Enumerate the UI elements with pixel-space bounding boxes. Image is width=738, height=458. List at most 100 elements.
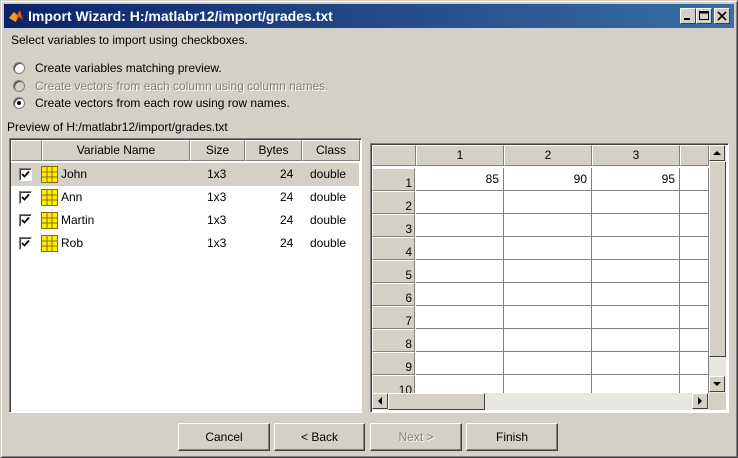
grid-column-header[interactable]: 1 [416,145,504,166]
radio-button[interactable] [13,62,25,74]
variable-class: double [310,190,347,204]
grid-cell[interactable] [680,352,709,375]
variable-bytes: 24 [280,236,294,250]
grid-cell[interactable] [680,306,709,329]
scroll-down-button[interactable] [709,376,725,392]
grid-column-header-partial[interactable] [680,145,709,166]
grid-column-header[interactable]: 2 [504,145,592,166]
grid-cell[interactable] [416,191,504,214]
scroll-up-button[interactable] [709,145,725,161]
grid-cell[interactable]: 90 [504,168,592,191]
column-header-bytes[interactable]: Bytes [245,140,302,161]
minimize-button[interactable] [680,8,696,24]
grid-cell[interactable] [592,306,680,329]
table-row[interactable]: Rob 1x3 24 double [11,232,359,255]
title-bar[interactable]: Import Wizard: H:/matlabr12/import/grade… [4,4,734,28]
vertical-scroll-thumb[interactable] [709,161,726,357]
grid-column-header[interactable]: 3 [592,145,680,166]
variable-size: 1x3 [207,236,227,250]
row-checkbox[interactable] [19,191,32,204]
variable-bytes: 24 [280,213,294,227]
variables-table[interactable]: Variable Name Size Bytes Class John 1x3 … [9,138,362,413]
back-button[interactable]: < Back [274,423,365,451]
grid-cell[interactable] [504,329,592,352]
grid-cell[interactable] [592,214,680,237]
grid-row-header[interactable]: 3 [372,214,415,237]
radio-button[interactable] [13,97,25,109]
grid-row-header[interactable]: 4 [372,237,415,260]
grid-cell[interactable] [592,283,680,306]
row-checkbox[interactable] [19,237,32,250]
grid-cell[interactable] [416,306,504,329]
option-column-vectors[interactable]: Create vectors from each column using co… [13,78,413,94]
grid-cell[interactable] [680,329,709,352]
column-header-name[interactable]: Variable Name [42,140,190,161]
grid-cell[interactable] [680,260,709,283]
grid-cell[interactable] [416,352,504,375]
grid-row-header[interactable]: 8 [372,329,415,352]
row-checkbox[interactable] [19,214,32,227]
column-header-class[interactable]: Class [302,140,360,161]
grid-cell[interactable] [504,306,592,329]
array-grid-icon [41,189,58,206]
grid-row-header[interactable]: 9 [372,352,415,375]
grid-row-header[interactable]: 6 [372,283,415,306]
variable-name: Martin [61,213,95,227]
scroll-right-button[interactable] [692,393,708,409]
grid-cell[interactable] [504,191,592,214]
variable-class: double [310,167,347,181]
grid-cell[interactable] [416,260,504,283]
grid-cell[interactable] [416,283,504,306]
option-row-vectors[interactable]: Create vectors from each row using row n… [13,95,413,111]
next-button[interactable]: Next > [370,423,462,451]
grid-cell[interactable] [504,283,592,306]
scroll-left-button[interactable] [372,393,388,409]
import-wizard-window: Import Wizard: H:/matlabr12/import/grade… [0,0,738,458]
column-header-size[interactable]: Size [190,140,245,161]
horizontal-scroll-thumb[interactable] [388,393,485,410]
maximize-button[interactable] [696,8,712,24]
grid-cell[interactable] [504,260,592,283]
grid-cell[interactable] [592,191,680,214]
grid-row-header[interactable]: 1 [372,168,415,191]
grid-cell[interactable] [592,329,680,352]
array-grid-icon [41,166,58,183]
table-row[interactable]: Ann 1x3 24 double [11,186,359,209]
table-row[interactable]: John 1x3 24 double [11,163,359,186]
grid-cell[interactable] [680,214,709,237]
row-checkbox[interactable] [19,168,32,181]
grid-cell[interactable] [504,237,592,260]
arrow-up-icon [713,151,721,155]
grid-cell[interactable] [504,352,592,375]
grid-cell[interactable] [416,214,504,237]
window-title: Import Wizard: H:/matlabr12/import/grade… [28,8,333,24]
table-row[interactable]: Martin 1x3 24 double [11,209,359,232]
variable-size: 1x3 [207,213,227,227]
grid-cell[interactable] [416,237,504,260]
finish-button[interactable]: Finish [466,423,558,451]
radio-button[interactable] [13,80,25,92]
grid-cell[interactable]: 85 [416,168,504,191]
variable-size: 1x3 [207,167,227,181]
grid-cell[interactable] [592,237,680,260]
grid-cell[interactable] [416,329,504,352]
grid-row-header[interactable]: 7 [372,306,415,329]
grid-row-header[interactable]: 2 [372,191,415,214]
grid-cell[interactable] [680,283,709,306]
option-create-variables[interactable]: Create variables matching preview. [13,60,413,76]
grid-row-header[interactable]: 5 [372,260,415,283]
grid-cell[interactable] [504,214,592,237]
data-preview-grid[interactable]: 1 2 3 1 85 90 95 2 3 4 5 6 7 8 9 10 [370,143,729,413]
grid-cell[interactable] [680,168,709,191]
cancel-button[interactable]: Cancel [178,423,270,451]
column-header-checkbox[interactable] [11,140,42,161]
grid-cell[interactable] [680,191,709,214]
arrow-right-icon [698,397,702,405]
grid-cell[interactable] [680,237,709,260]
grid-cell[interactable] [592,260,680,283]
close-button[interactable] [714,8,730,24]
arrow-left-icon [378,397,382,405]
grid-cell[interactable]: 95 [592,168,680,191]
grid-cell[interactable] [592,352,680,375]
preview-label: Preview of H:/matlabr12/import/grades.tx… [7,120,228,134]
